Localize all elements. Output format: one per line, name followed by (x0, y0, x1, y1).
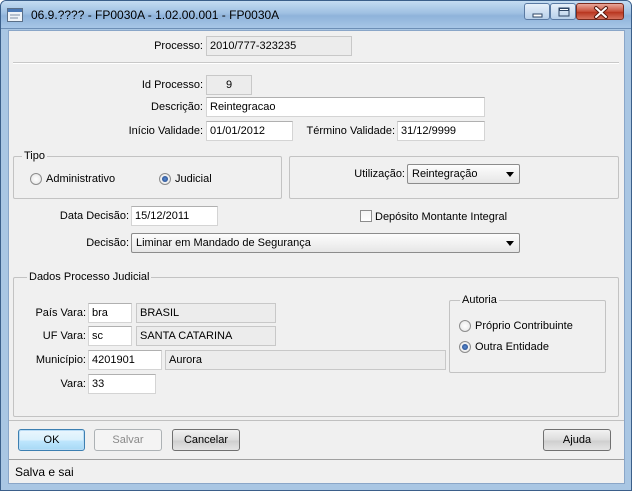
tipo-judicial-radio[interactable] (159, 173, 171, 185)
status-text: Salva e sai (15, 465, 74, 479)
ok-button[interactable]: OK (18, 429, 85, 451)
termino-validade-field[interactable]: 31/12/9999 (397, 121, 485, 141)
deposito-checkbox[interactable] (360, 210, 372, 222)
autoria-outra-label[interactable]: Outra Entidade (475, 341, 549, 353)
tipo-judicial-label[interactable]: Judicial (175, 173, 212, 185)
status-bar: Salva e sai (9, 459, 624, 483)
pais-vara-code-field[interactable]: bra (88, 303, 132, 323)
autoria-group-title: Autoria (460, 294, 499, 306)
municipio-code-field[interactable]: 4201901 (88, 350, 162, 370)
application-window: 06.9.???? - FP0030A - 1.02.00.001 - FP00… (0, 0, 632, 491)
inicio-validade-field[interactable]: 01/01/2012 (206, 121, 293, 141)
button-bar: OK Salvar Cancelar Ajuda (9, 420, 624, 458)
ajuda-button[interactable]: Ajuda (543, 429, 611, 451)
utilizacao-select[interactable]: Reintegração (407, 164, 520, 184)
chevron-down-icon (506, 241, 514, 246)
decisao-label: Decisão: (86, 237, 129, 249)
autoria-proprio-label[interactable]: Próprio Contribuinte (475, 320, 573, 332)
maximize-icon (558, 7, 570, 17)
data-decisao-label: Data Decisão: (59, 210, 129, 222)
utilizacao-select-value: Reintegração (412, 168, 478, 180)
descricao-field[interactable]: Reintegracao (206, 97, 485, 117)
app-icon (7, 8, 23, 22)
decisao-select[interactable]: Liminar em Mandado de Segurança (131, 233, 520, 253)
autoria-group (449, 300, 606, 373)
chevron-down-icon (506, 172, 514, 177)
uf-vara-code-field[interactable]: sc (88, 326, 132, 346)
deposito-label[interactable]: Depósito Montante Integral (375, 211, 507, 223)
window-title: 06.9.???? - FP0030A - 1.02.00.001 - FP00… (31, 8, 280, 22)
municipio-name-field[interactable]: Aurora (165, 350, 446, 370)
decisao-select-value: Liminar em Mandado de Segurança (136, 237, 311, 249)
dialog-client: Processo: 2010/777-323235 Id Processo: 9… (8, 30, 625, 484)
descricao-label: Descrição: (151, 101, 203, 113)
title-bar[interactable]: 06.9.???? - FP0030A - 1.02.00.001 - FP00… (1, 1, 631, 29)
pais-vara-label: País Vara: (35, 307, 86, 319)
close-icon (594, 6, 608, 19)
tipo-administrativo-radio[interactable] (30, 173, 42, 185)
vara-label: Vara: (60, 378, 86, 390)
tipo-group-title: Tipo (22, 150, 47, 162)
tipo-administrativo-label[interactable]: Administrativo (46, 173, 115, 185)
salvar-button[interactable]: Salvar (94, 429, 162, 451)
vara-field[interactable]: 33 (88, 374, 156, 394)
uf-vara-name-field[interactable]: SANTA CATARINA (136, 326, 276, 346)
close-button[interactable] (576, 3, 624, 20)
autoria-proprio-radio[interactable] (459, 320, 471, 332)
utilizacao-label: Utilização: (354, 168, 405, 180)
data-decisao-field[interactable]: 15/12/2011 (131, 206, 218, 226)
uf-vara-label: UF Vara: (42, 330, 86, 342)
processo-field[interactable]: 2010/777-323235 (206, 36, 352, 56)
maximize-button[interactable] (550, 3, 576, 20)
id-processo-label: Id Processo: (141, 79, 203, 91)
minimize-button[interactable] (524, 3, 550, 20)
pais-vara-name-field[interactable]: BRASIL (136, 303, 276, 323)
id-processo-field[interactable]: 9 (206, 75, 252, 95)
minimize-icon (532, 13, 543, 18)
autoria-outra-radio[interactable] (459, 341, 471, 353)
separator (13, 62, 619, 64)
municipio-label: Município: (35, 354, 86, 366)
processo-label: Processo: (154, 40, 203, 52)
cancelar-button[interactable]: Cancelar (172, 429, 240, 451)
judicial-group-title: Dados Processo Judicial (27, 271, 152, 283)
inicio-validade-label: Início Validade: (128, 125, 203, 137)
termino-validade-label: Término Validade: (306, 125, 395, 137)
